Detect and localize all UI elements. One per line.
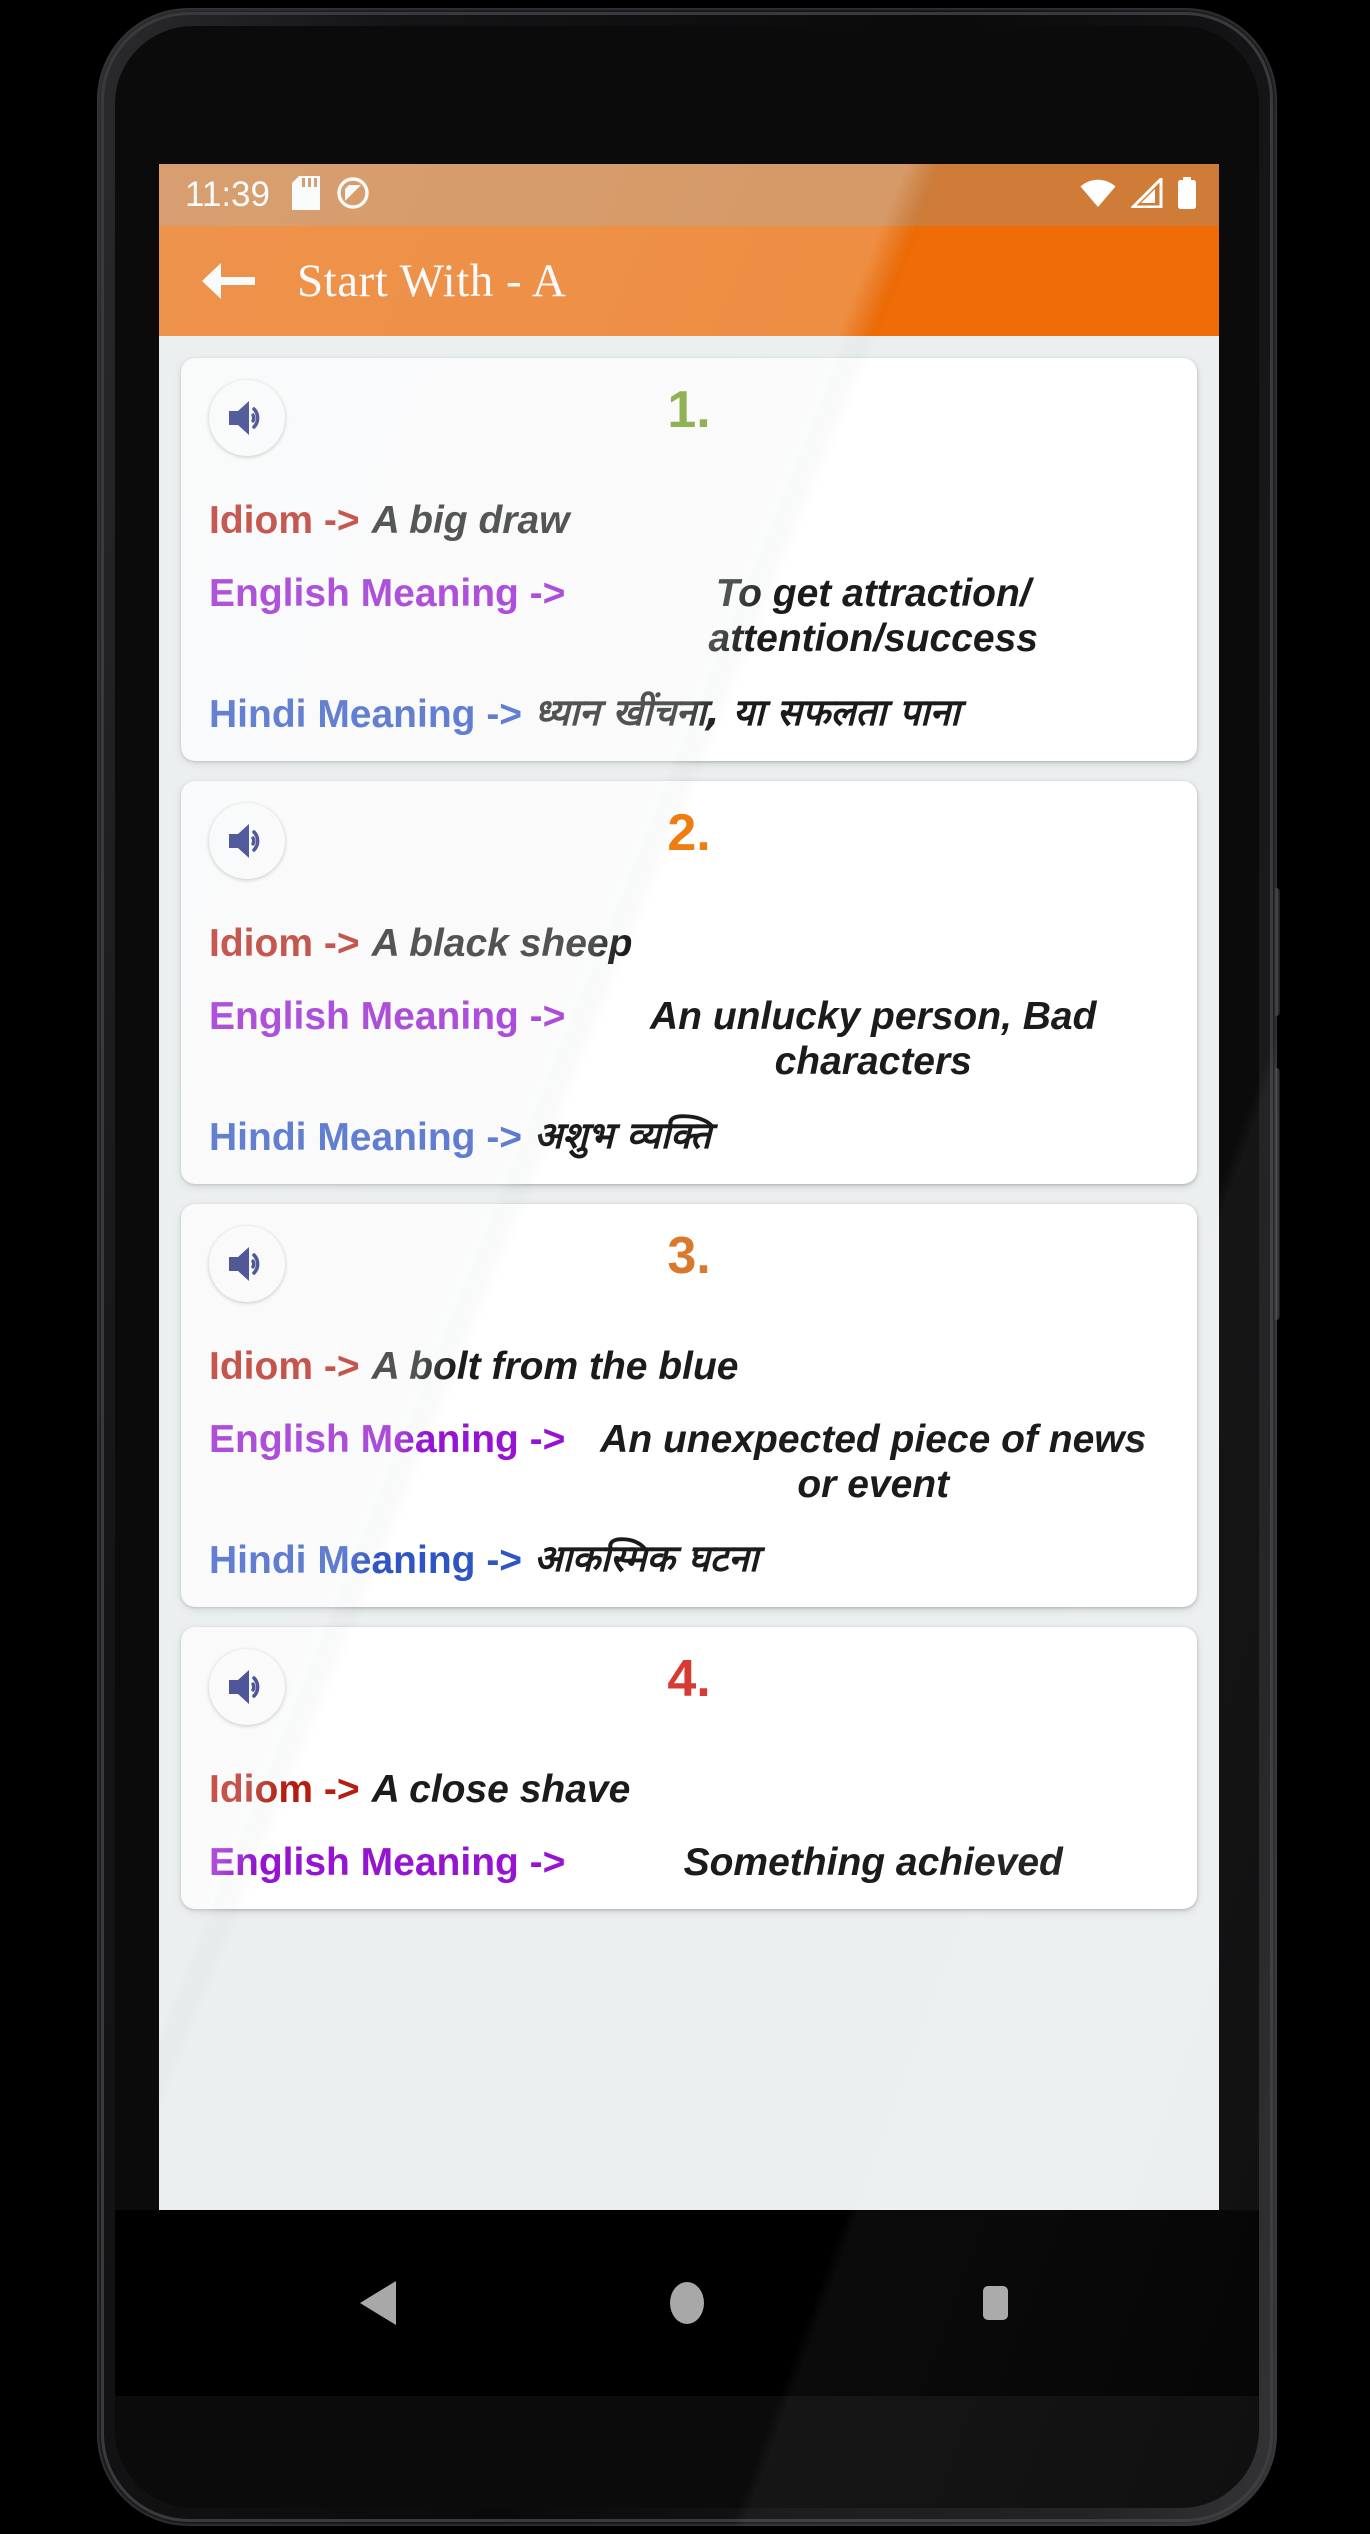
card-index: 1. bbox=[667, 381, 711, 439]
hindi-meaning-value: आकस्मिक घटना bbox=[534, 1536, 759, 1580]
idiom-value: A bolt from the blue bbox=[371, 1344, 739, 1388]
idiom-row: Idiom -> A big draw bbox=[195, 498, 1183, 543]
idiom-list[interactable]: 1. Idiom -> A big draw English Meaning -… bbox=[159, 336, 1219, 2210]
english-meaning-value: An unexpected piece of news or event bbox=[600, 1418, 1147, 1507]
wifi-icon bbox=[1079, 178, 1117, 212]
idiom-value: A close shave bbox=[371, 1767, 631, 1811]
card-index: 3. bbox=[667, 1226, 711, 1285]
volume-button[interactable] bbox=[1273, 1068, 1280, 1320]
english-meaning-row: English Meaning -> Something achieved bbox=[195, 1840, 1183, 1885]
card-index: 4. bbox=[667, 1649, 711, 1708]
idiom-card[interactable]: 3. Idiom -> A bolt from the blue English… bbox=[181, 1203, 1197, 1607]
english-meaning-value: To get attraction/ attention/success bbox=[708, 572, 1038, 661]
idiom-value: A big draw bbox=[371, 499, 570, 542]
hindi-meaning-row: Hindi Meaning -> अशुभ व्यक्ति bbox=[195, 1113, 1183, 1160]
phone-frame: 11:39 Start With - A 1. Idiom -> A big d… bbox=[97, 8, 1280, 2526]
idiom-label: Idiom -> bbox=[209, 1767, 360, 1811]
nav-home-icon[interactable] bbox=[627, 2258, 747, 2348]
card-header: 1. bbox=[195, 380, 1183, 464]
idiom-row: Idiom -> A close shave bbox=[195, 1767, 1183, 1812]
sd-card-icon bbox=[292, 176, 320, 214]
do-not-disturb-icon bbox=[336, 176, 370, 214]
english-meaning-label: English Meaning -> bbox=[209, 1418, 566, 1462]
hindi-meaning-value: ध्यान खींचना, या सफलता पाना bbox=[534, 690, 960, 734]
nav-back-icon[interactable] bbox=[319, 2258, 439, 2348]
hindi-meaning-label: Hindi Meaning -> bbox=[209, 1538, 523, 1582]
idiom-label: Idiom -> bbox=[209, 1344, 360, 1388]
english-meaning-value: Something achieved bbox=[683, 1841, 1063, 1885]
hindi-meaning-row: Hindi Meaning -> आकस्मिक घटना bbox=[195, 1536, 1183, 1583]
hindi-meaning-row: Hindi Meaning -> ध्यान खींचना, या सफलता … bbox=[195, 690, 1183, 737]
english-meaning-row: English Meaning -> To get attraction/ at… bbox=[195, 571, 1183, 661]
idiom-card[interactable]: 1. Idiom -> A big draw English Meaning -… bbox=[181, 358, 1197, 761]
status-right-icon-group bbox=[1079, 175, 1197, 213]
idiom-label: Idiom -> bbox=[209, 921, 360, 965]
idiom-row: Idiom -> A bolt from the blue bbox=[195, 1344, 1183, 1389]
card-header: 4. bbox=[195, 1648, 1183, 1733]
device-screen: 11:39 Start With - A 1. Idiom -> A big d… bbox=[159, 164, 1219, 2210]
card-header: 2. bbox=[195, 802, 1183, 887]
card-index: 2. bbox=[667, 803, 711, 862]
hindi-meaning-value: अशुभ व्यक्ति bbox=[534, 1113, 712, 1157]
english-meaning-row: English Meaning -> An unlucky person, Ba… bbox=[195, 994, 1183, 1084]
idiom-card[interactable]: 2. Idiom -> A black sheep English Meanin… bbox=[181, 780, 1197, 1184]
hindi-meaning-label: Hindi Meaning -> bbox=[209, 692, 523, 736]
nav-recents-icon[interactable] bbox=[935, 2258, 1055, 2348]
page-title: Start With - A bbox=[297, 255, 567, 307]
hindi-meaning-label: Hindi Meaning -> bbox=[209, 1115, 523, 1159]
android-navigation-bar bbox=[115, 2210, 1259, 2396]
battery-icon bbox=[1177, 177, 1197, 213]
english-meaning-value: An unlucky person, Bad characters bbox=[650, 995, 1097, 1084]
english-meaning-label: English Meaning -> bbox=[209, 995, 566, 1039]
status-bar: 11:39 bbox=[159, 164, 1219, 226]
back-arrow-icon[interactable] bbox=[197, 250, 259, 312]
power-button[interactable] bbox=[1273, 888, 1280, 1016]
english-meaning-label: English Meaning -> bbox=[209, 1841, 566, 1885]
status-left-icon-group bbox=[292, 176, 370, 214]
english-meaning-label: English Meaning -> bbox=[209, 572, 566, 616]
idiom-label: Idiom -> bbox=[209, 499, 360, 542]
idiom-card[interactable]: 4. Idiom -> A close shave English Meanin… bbox=[181, 1626, 1197, 1910]
app-bar: Start With - A bbox=[159, 226, 1219, 336]
card-header: 3. bbox=[195, 1225, 1183, 1310]
idiom-row: Idiom -> A black sheep bbox=[195, 921, 1183, 966]
status-clock: 11:39 bbox=[185, 175, 270, 214]
cell-signal-icon bbox=[1129, 175, 1163, 212]
english-meaning-row: English Meaning -> An unexpected piece o… bbox=[195, 1417, 1183, 1507]
idiom-value: A black sheep bbox=[371, 921, 633, 965]
